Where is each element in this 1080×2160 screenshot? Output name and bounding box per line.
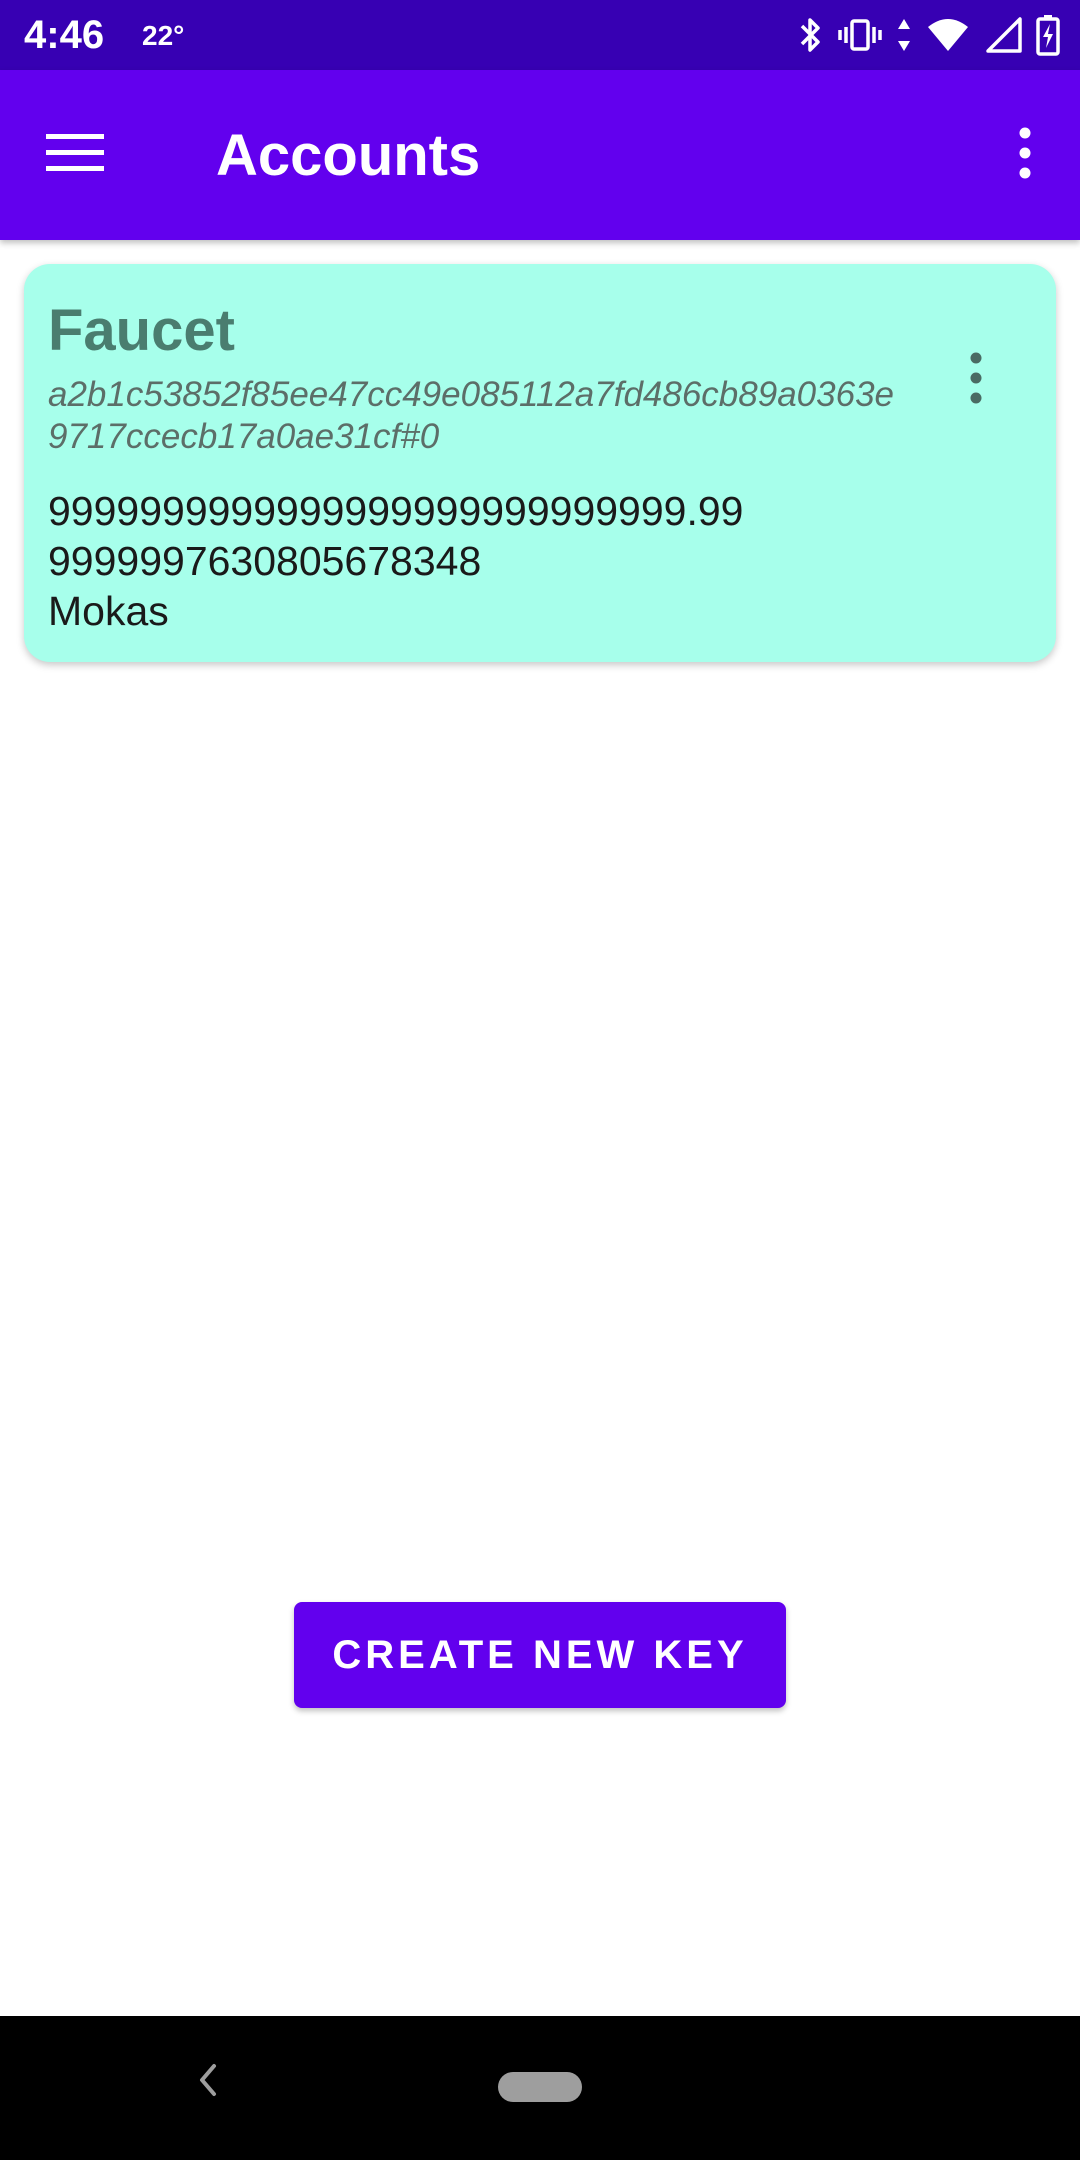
navigation-bar (0, 2016, 1080, 2160)
menu-button[interactable] (34, 114, 116, 196)
account-address: a2b1c53852f85ee47cc49e085112a7fd486cb89a… (48, 375, 894, 456)
bluetooth-icon (798, 15, 824, 55)
home-pill-icon[interactable] (498, 2072, 582, 2102)
page-title: Accounts (216, 123, 481, 188)
status-temperature: 22° (142, 20, 185, 51)
back-chevron-icon (196, 2062, 220, 2103)
data-arrows-icon (896, 15, 912, 55)
signal-icon (984, 15, 1022, 55)
account-card[interactable]: Faucet a2b1c53852f85ee47cc49e085112a7fd4… (24, 264, 1056, 662)
account-unit: Mokas (48, 588, 169, 634)
battery-charging-icon (1036, 14, 1060, 56)
account-balance: 9999999999999999999999999999.99999999763… (48, 488, 744, 584)
overflow-menu-button[interactable] (984, 114, 1066, 196)
account-name: Faucet (48, 298, 235, 363)
more-vertical-icon (970, 352, 982, 409)
back-button[interactable] (178, 2052, 238, 2112)
status-icons (798, 12, 1060, 58)
hamburger-menu-icon (46, 133, 104, 178)
vibrate-icon (838, 15, 882, 55)
wifi-icon (926, 15, 970, 55)
account-menu-button[interactable] (948, 330, 1004, 430)
status-time: 4:46 (24, 13, 105, 57)
create-new-key-button[interactable]: CREATE NEW KEY (294, 1602, 786, 1708)
status-bar: 4:46 22° (0, 0, 1080, 70)
app-bar: Accounts (0, 70, 1080, 240)
more-vertical-icon (1019, 127, 1031, 184)
